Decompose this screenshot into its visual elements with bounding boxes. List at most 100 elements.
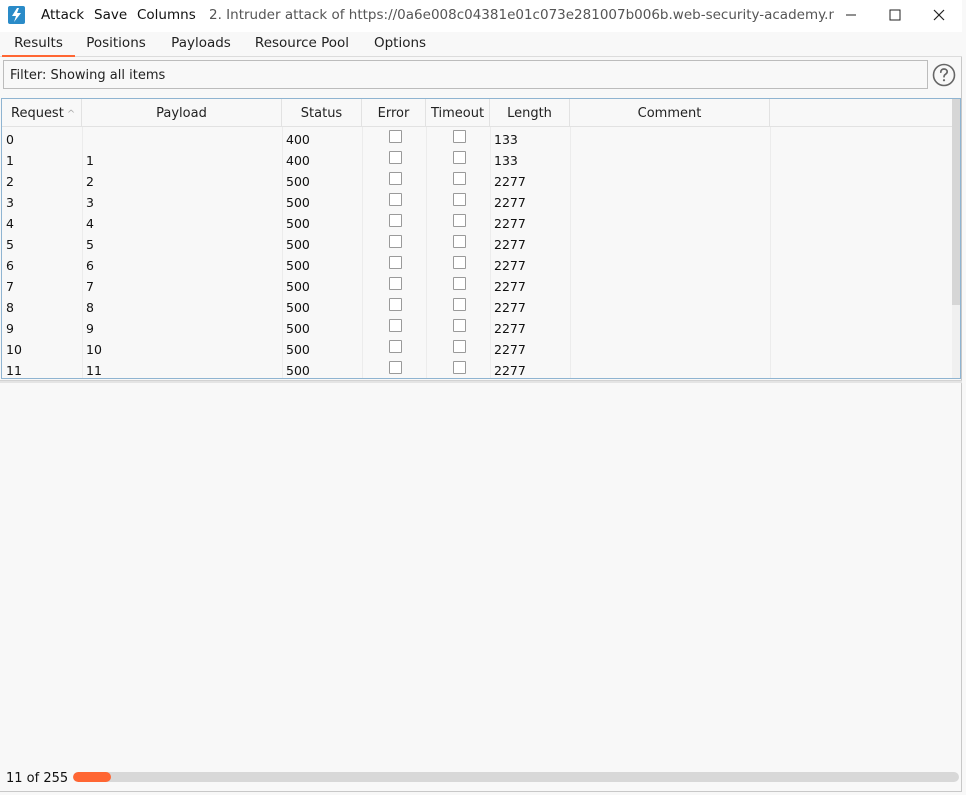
window-title: 2. Intruder attack of https://0a6e008c04…: [209, 7, 834, 23]
timeout-checkbox: [453, 277, 466, 290]
timeout-checkbox: [453, 172, 466, 185]
timeout-checkbox: [453, 193, 466, 206]
table-row[interactable]: 5 5 500 2277: [2, 233, 952, 254]
table-row[interactable]: 3 3 500 2277: [2, 191, 952, 212]
menu-save[interactable]: Save: [94, 7, 127, 23]
cell-status: 500: [286, 174, 310, 189]
table-row[interactable]: 6 6 500 2277: [2, 254, 952, 275]
vertical-scrollbar[interactable]: [952, 99, 960, 378]
split-pane-divider[interactable]: [0, 380, 962, 383]
progress-count: 11 of 255: [6, 771, 69, 786]
intruder-attack-window: Attack Save Columns 2. Intruder attack o…: [0, 0, 962, 792]
cell-length: 133: [494, 153, 518, 168]
cell-status: 500: [286, 237, 310, 252]
timeout-checkbox: [453, 214, 466, 227]
cell-request: 1: [6, 153, 14, 168]
cell-request: 10: [6, 342, 22, 357]
error-checkbox: [389, 151, 402, 164]
cell-status: 500: [286, 279, 310, 294]
cell-status: 500: [286, 342, 310, 357]
cell-payload: 2: [86, 174, 94, 189]
cell-payload: 10: [86, 342, 102, 357]
tab-positions[interactable]: Positions: [82, 35, 150, 57]
error-checkbox: [389, 319, 402, 332]
cell-length: 133: [494, 132, 518, 147]
maximize-button[interactable]: [872, 0, 918, 30]
error-checkbox: [389, 340, 402, 353]
table-row[interactable]: 8 8 500 2277: [2, 296, 952, 317]
cell-payload: 8: [86, 300, 94, 315]
cell-payload: 1: [86, 153, 94, 168]
progress-bar-fill: [73, 772, 112, 782]
table-row[interactable]: 4 4 500 2277: [2, 212, 952, 233]
tab-options[interactable]: Options: [368, 35, 432, 57]
table-row[interactable]: 9 9 500 2277: [2, 317, 952, 338]
timeout-checkbox: [453, 151, 466, 164]
tab-bar: Results Positions Payloads Resource Pool…: [0, 32, 962, 57]
cell-status: 500: [286, 195, 310, 210]
timeout-checkbox: [453, 235, 466, 248]
column-header-length[interactable]: Length: [490, 99, 570, 126]
cell-length: 2277: [494, 300, 526, 315]
timeout-checkbox: [453, 361, 466, 374]
cell-length: 2277: [494, 342, 526, 357]
table-row[interactable]: 11 11 500 2277: [2, 359, 952, 378]
menu-attack[interactable]: Attack: [41, 7, 84, 23]
column-header-timeout[interactable]: Timeout: [426, 99, 490, 126]
table-row[interactable]: 1 1 400 133: [2, 149, 952, 170]
close-icon: [933, 9, 945, 21]
cell-payload: 11: [86, 363, 102, 378]
cell-payload: 4: [86, 216, 94, 231]
cell-status: 500: [286, 300, 310, 315]
error-checkbox: [389, 235, 402, 248]
column-header-error[interactable]: Error: [362, 99, 426, 126]
cell-payload: 5: [86, 237, 94, 252]
cell-payload: 9: [86, 321, 94, 336]
sort-ascending-icon: ^: [66, 109, 76, 120]
results-table[interactable]: Request ^ Payload Status Error Timeout Le…: [1, 98, 961, 379]
cell-request: 6: [6, 258, 14, 273]
menu-columns[interactable]: Columns: [137, 7, 196, 23]
error-checkbox: [389, 172, 402, 185]
cell-status: 500: [286, 258, 310, 273]
cell-request: 11: [6, 363, 22, 378]
table-row[interactable]: 0 400 133: [2, 128, 952, 149]
tab-results[interactable]: Results: [2, 35, 75, 57]
column-header-comment[interactable]: Comment: [570, 99, 770, 126]
error-checkbox: [389, 256, 402, 269]
cell-status: 500: [286, 363, 310, 378]
cell-request: 7: [6, 279, 14, 294]
help-icon[interactable]: [932, 63, 956, 87]
cell-payload: 7: [86, 279, 94, 294]
burp-lightning-icon: [8, 6, 25, 24]
cell-status: 500: [286, 216, 310, 231]
filter-bar[interactable]: Filter: Showing all items: [3, 60, 928, 89]
minimize-button[interactable]: [828, 0, 874, 30]
timeout-checkbox: [453, 319, 466, 332]
table-row[interactable]: 2 2 500 2277: [2, 170, 952, 191]
column-header-request-label: Request: [11, 106, 64, 121]
tab-resource-pool[interactable]: Resource Pool: [250, 35, 354, 57]
scrollbar-thumb[interactable]: [952, 99, 960, 305]
cell-request: 5: [6, 237, 14, 252]
error-checkbox: [389, 298, 402, 311]
cell-request: 3: [6, 195, 14, 210]
error-checkbox: [389, 193, 402, 206]
cell-payload: 3: [86, 195, 94, 210]
cell-request: 0: [6, 132, 14, 147]
cell-request: 8: [6, 300, 14, 315]
error-checkbox: [389, 130, 402, 143]
cell-length: 2277: [494, 237, 526, 252]
cell-length: 2277: [494, 258, 526, 273]
tab-payloads[interactable]: Payloads: [167, 35, 235, 57]
timeout-checkbox: [453, 340, 466, 353]
close-button[interactable]: [916, 0, 962, 30]
table-row[interactable]: 10 10 500 2277: [2, 338, 952, 359]
cell-length: 2277: [494, 195, 526, 210]
column-header-payload[interactable]: Payload: [82, 99, 282, 126]
column-header-status[interactable]: Status: [282, 99, 362, 126]
maximize-icon: [889, 9, 901, 21]
error-checkbox: [389, 277, 402, 290]
table-row[interactable]: 7 7 500 2277: [2, 275, 952, 296]
column-header-request[interactable]: Request ^: [2, 99, 82, 126]
